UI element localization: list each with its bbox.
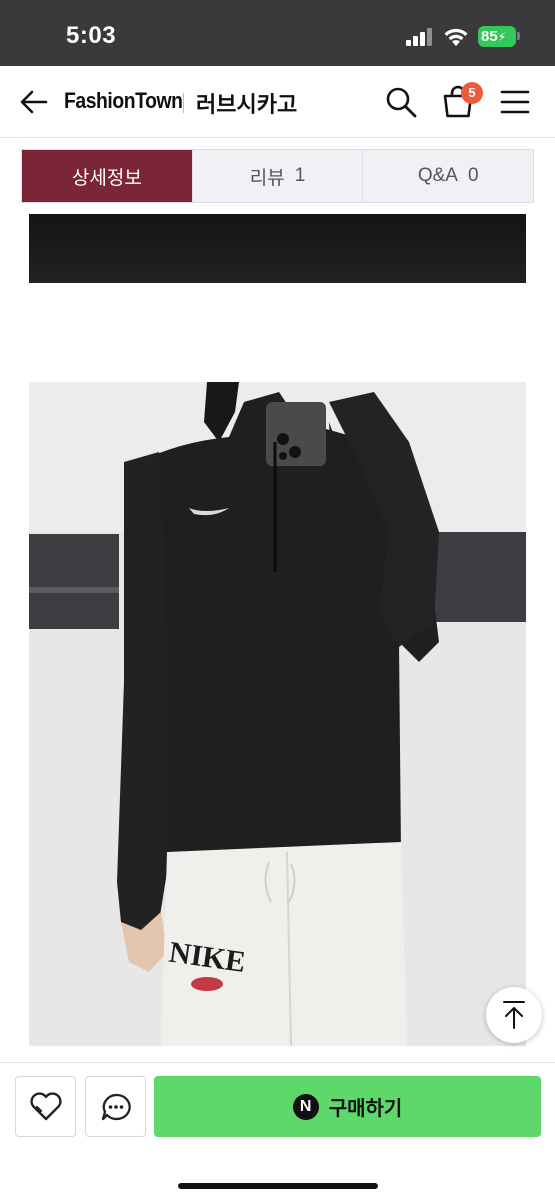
status-time: 5:03 bbox=[66, 22, 117, 49]
brand-divider bbox=[183, 93, 184, 113]
tab-qna[interactable]: Q&A 0 bbox=[362, 150, 533, 202]
buy-button[interactable]: N 구매하기 bbox=[154, 1076, 541, 1137]
status-bar: 5:03 85⚡ bbox=[0, 0, 555, 66]
battery-indicator: 85⚡ bbox=[478, 26, 516, 47]
hamburger-menu-icon[interactable] bbox=[500, 88, 530, 116]
product-image-previous bbox=[29, 214, 526, 283]
back-arrow-icon[interactable] bbox=[18, 86, 50, 118]
scroll-to-top-button[interactable] bbox=[486, 987, 542, 1043]
bottom-action-bar: N 구매하기 bbox=[0, 1062, 555, 1200]
wishlist-button[interactable] bbox=[15, 1076, 76, 1137]
arrow-up-icon bbox=[503, 1001, 525, 1029]
wifi-icon bbox=[444, 28, 468, 46]
chat-bubble-icon bbox=[101, 1093, 131, 1120]
cellular-signal-icon bbox=[406, 28, 434, 46]
search-icon[interactable] bbox=[384, 85, 418, 119]
heart-icon bbox=[29, 1091, 62, 1120]
product-detail-content[interactable]: NIKE bbox=[0, 204, 555, 1066]
battery-tip bbox=[517, 32, 520, 40]
buy-button-label: 구매하기 bbox=[328, 1098, 403, 1120]
cart-count-badge: 5 bbox=[461, 82, 483, 104]
product-photo-illustration: NIKE bbox=[29, 382, 526, 1046]
product-photo: NIKE bbox=[29, 382, 526, 1046]
tab-reviews[interactable]: 리뷰 1 bbox=[191, 150, 363, 202]
tab-reviews-label: 리뷰 bbox=[249, 167, 285, 189]
tab-qna-count: 0 bbox=[467, 165, 479, 186]
home-indicator[interactable] bbox=[178, 1183, 378, 1189]
brand-logo[interactable]: FashionTown bbox=[64, 88, 183, 114]
shop-name[interactable]: 러브시카고 bbox=[196, 87, 297, 119]
tab-reviews-count: 1 bbox=[294, 165, 306, 186]
tab-details[interactable]: 상세정보 bbox=[22, 150, 192, 202]
tab-details-label: 상세정보 bbox=[71, 167, 142, 189]
detail-tabs: 상세정보 리뷰 1 Q&A 0 bbox=[21, 149, 534, 203]
tab-qna-label: Q&A bbox=[417, 165, 458, 186]
chat-button[interactable] bbox=[85, 1076, 146, 1137]
naver-pay-icon: N bbox=[292, 1093, 319, 1120]
